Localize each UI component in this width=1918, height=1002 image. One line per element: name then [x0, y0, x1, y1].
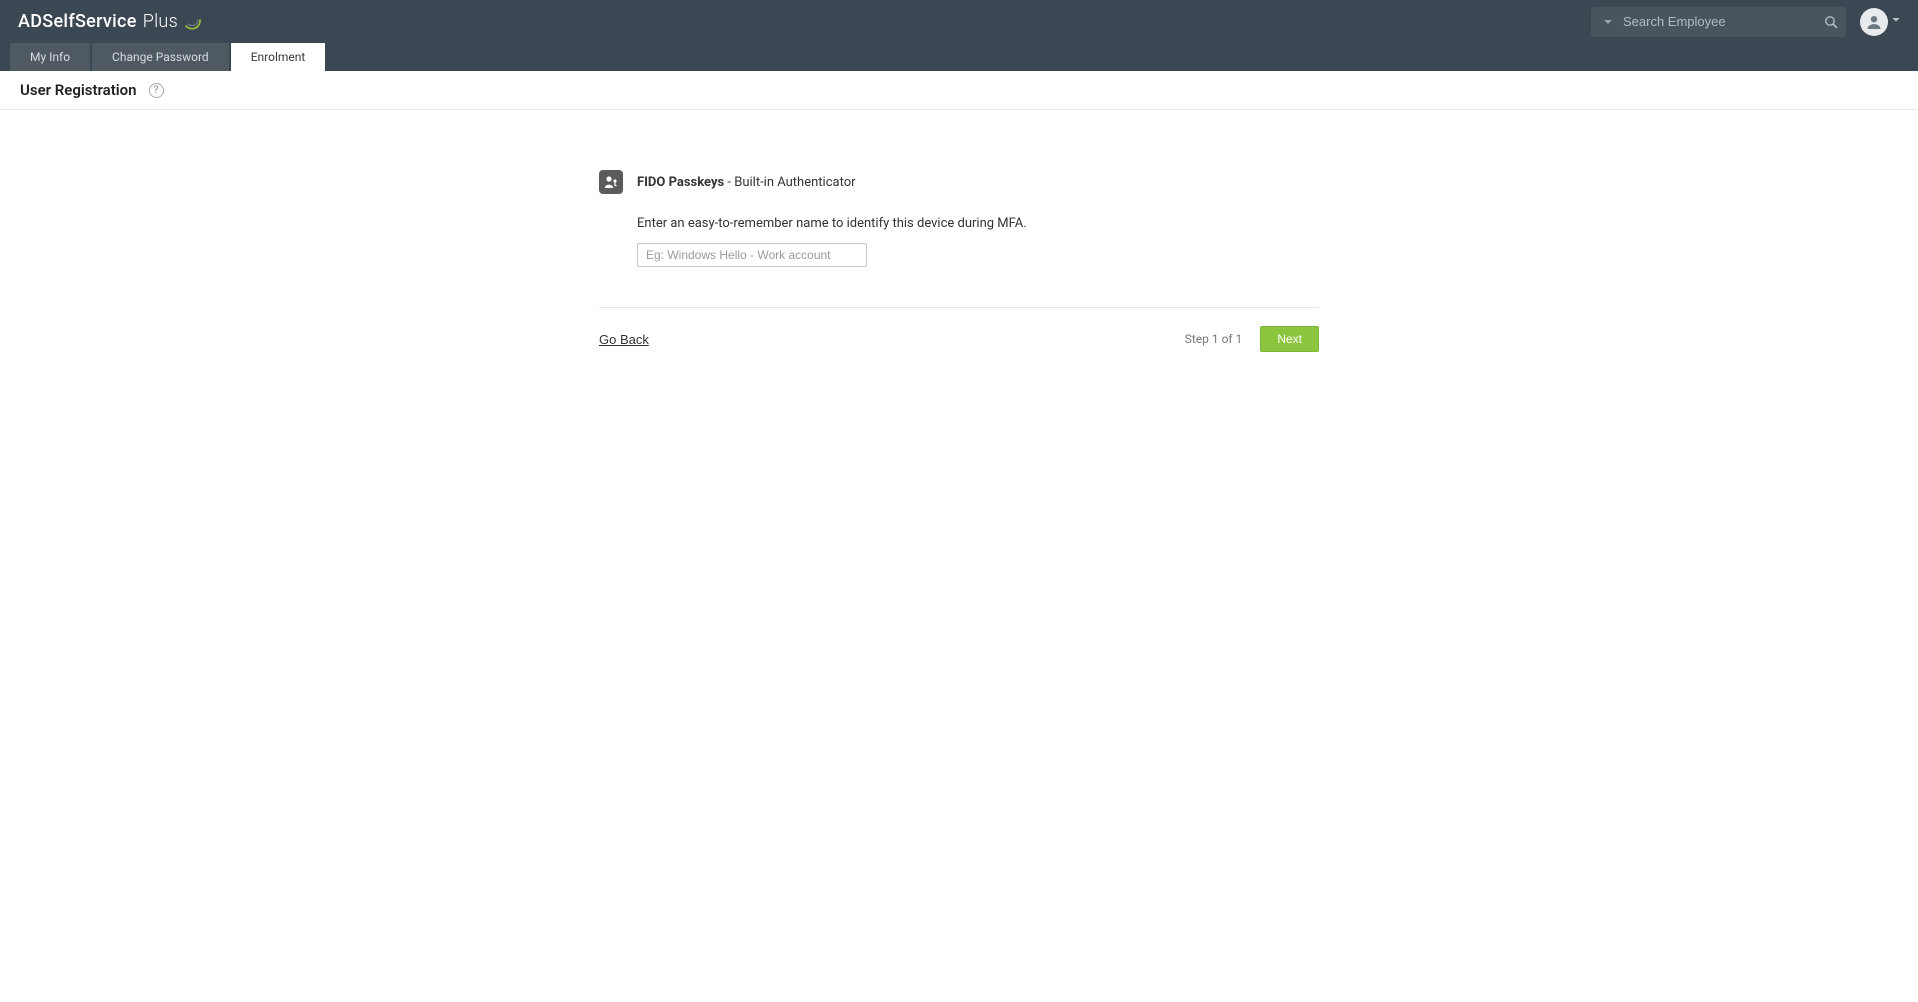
search-input[interactable] — [1617, 14, 1824, 29]
chevron-down-icon — [1892, 16, 1900, 27]
nav-tabs: My Info Change Password Enrolment — [0, 43, 1918, 71]
help-icon[interactable]: ? — [149, 83, 164, 98]
authenticator-title: FIDO Passkeys - Built-in Authenticator — [637, 175, 856, 190]
authenticator-name: FIDO Passkeys — [637, 175, 724, 190]
tab-my-info[interactable]: My Info — [10, 43, 90, 71]
device-name-input[interactable] — [637, 243, 867, 267]
page-header: User Registration ? — [0, 71, 1918, 110]
app-header: ADSelfService Plus — [0, 0, 1918, 43]
brand-text-sub: Plus — [143, 11, 178, 32]
next-button[interactable]: Next — [1260, 326, 1319, 352]
search-icon — [1824, 15, 1838, 29]
search-bar — [1591, 7, 1846, 37]
tab-enrolment[interactable]: Enrolment — [231, 43, 326, 71]
wizard-footer-right: Step 1 of 1 Next — [1185, 326, 1319, 352]
step-indicator: Step 1 of 1 — [1185, 332, 1243, 346]
brand-swoosh-icon — [184, 13, 202, 31]
instruction-text: Enter an easy-to-remember name to identi… — [637, 216, 1319, 231]
passkey-icon — [599, 170, 623, 194]
enrolment-content: FIDO Passkeys - Built-in Authenticator E… — [589, 170, 1329, 352]
brand-text-main: ADSelfService — [18, 11, 137, 32]
tab-label: Change Password — [112, 50, 209, 64]
avatar-icon — [1860, 8, 1888, 36]
brand-logo: ADSelfService Plus — [18, 11, 202, 32]
authenticator-suffix: - Built-in Authenticator — [724, 175, 855, 190]
header-right — [1591, 7, 1900, 37]
user-menu[interactable] — [1860, 8, 1900, 36]
wizard-footer: Go Back Step 1 of 1 Next — [599, 307, 1319, 352]
page-title: User Registration — [20, 81, 137, 99]
tab-label: My Info — [30, 50, 70, 64]
search-scope-dropdown[interactable] — [1599, 17, 1617, 27]
go-back-link[interactable]: Go Back — [599, 332, 649, 347]
authenticator-header: FIDO Passkeys - Built-in Authenticator — [599, 170, 1319, 194]
search-button[interactable] — [1824, 15, 1838, 29]
tab-label: Enrolment — [251, 50, 306, 64]
tab-change-password[interactable]: Change Password — [92, 43, 229, 71]
